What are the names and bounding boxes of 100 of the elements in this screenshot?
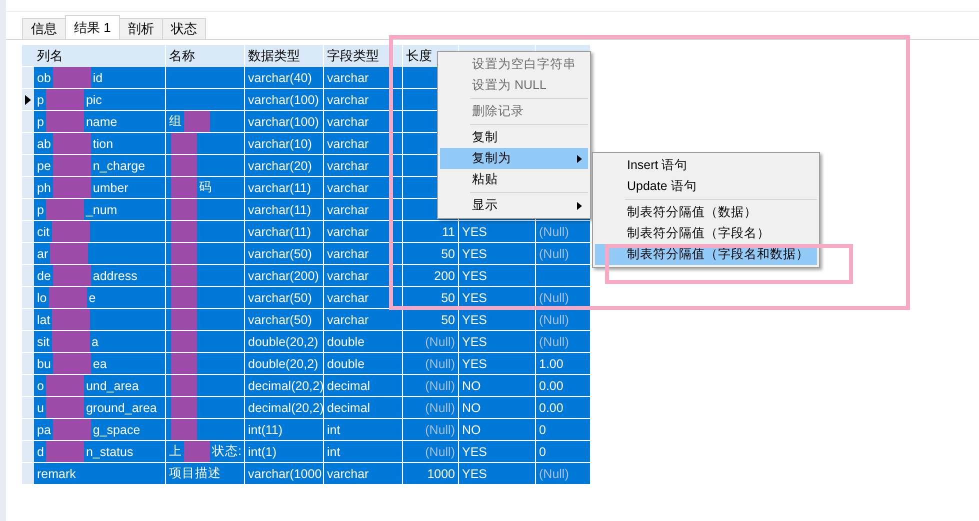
- table-cell: _num: [86, 202, 118, 216]
- table-cell: 0: [539, 444, 546, 458]
- table-cell: varchar(100): [248, 114, 319, 128]
- table-cell: varchar: [327, 114, 369, 128]
- table-cell: int: [327, 422, 340, 436]
- table-cell: varchar(50): [248, 312, 312, 326]
- table-cell: 1.00: [539, 356, 564, 370]
- table-cell: remark: [37, 466, 76, 480]
- table-cell: id: [92, 70, 103, 84]
- selected-row[interactable]: sit a double(20,2) double (Null) YES (Null): [34, 331, 591, 353]
- menu-item[interactable]: Update 语句: [595, 176, 817, 197]
- table-cell: varchar(20): [248, 158, 312, 172]
- table-cell: varchar: [327, 202, 369, 216]
- table-cell: sit: [37, 334, 50, 348]
- table-cell: 0.00: [539, 400, 564, 414]
- current-row-icon: [25, 94, 31, 104]
- table-cell: varchar(11): [248, 224, 311, 238]
- table-cell: 1000: [427, 466, 455, 480]
- table-cell: (Null): [539, 224, 569, 238]
- table-cell: bu: [37, 356, 51, 370]
- table-cell: (Null): [425, 356, 455, 370]
- table-cell: ab: [37, 136, 51, 150]
- table-cell: varchar(11): [248, 180, 311, 194]
- table-cell: double: [327, 356, 365, 370]
- table-cell: 0: [539, 422, 546, 436]
- table-cell: NO: [462, 378, 481, 392]
- table-cell: (Null): [425, 334, 455, 348]
- table-cell: (Null): [425, 422, 455, 436]
- table-cell: 50: [441, 246, 455, 260]
- selected-row[interactable]: ar varchar(50) varchar 50 YES (Null): [34, 243, 591, 265]
- table-cell: d: [37, 444, 44, 458]
- table-cell: ground_area: [86, 400, 157, 414]
- table-cell: decimal(20,2): [248, 400, 323, 414]
- table-cell: (Null): [539, 312, 569, 326]
- table-cell: YES: [462, 466, 488, 480]
- selected-row[interactable]: remark 项目描述 varchar(1000 varchar 1000 YES (Null): [34, 463, 591, 485]
- table-cell: varchar: [327, 246, 369, 260]
- table-cell: umber: [92, 180, 128, 194]
- table-cell: pic: [86, 92, 102, 106]
- selected-row[interactable]: lat varchar(50) varchar 50 YES (Null): [34, 309, 591, 331]
- table-cell: YES: [462, 356, 488, 370]
- table-cell: 50: [441, 290, 455, 304]
- table-cell: 上: [169, 443, 182, 460]
- table-cell: varchar(11): [248, 202, 311, 216]
- table-cell: varchar: [327, 180, 369, 194]
- table-cell: YES: [462, 312, 488, 326]
- table-cell: a: [92, 334, 98, 348]
- table-cell: double(20,2): [248, 356, 318, 370]
- menu-item[interactable]: Insert 语句: [595, 155, 817, 176]
- table-cell: (Null): [539, 466, 569, 480]
- table-cell: ea: [92, 356, 107, 370]
- submenu-arrow-icon: [577, 202, 582, 210]
- table-cell: (Null): [539, 334, 569, 348]
- table-cell: name: [86, 114, 118, 128]
- table-cell: u: [37, 400, 44, 414]
- row-header[interactable]: [22, 89, 34, 111]
- selected-row[interactable]: de address varchar(200) varchar 200 YES: [34, 265, 591, 287]
- table-cell: varchar: [327, 268, 369, 282]
- tab[interactable]: 信息: [22, 18, 66, 39]
- table-cell: 11: [442, 224, 455, 238]
- table-cell: varchar: [327, 158, 369, 172]
- table-cell: varchar: [327, 136, 369, 150]
- selected-row[interactable]: bu ea double(20,2) double (Null) YES 1.00: [34, 353, 591, 375]
- table-cell: (Null): [425, 400, 455, 414]
- selected-row[interactable]: pa g_space int(11) int (Null) NO 0: [34, 419, 591, 441]
- selected-row[interactable]: d n_status 上 状态: int(1) int (Null) YES 0: [34, 441, 591, 463]
- table-cell: de: [37, 268, 51, 282]
- table-cell: (Null): [539, 246, 569, 260]
- table-cell: varchar: [327, 290, 369, 304]
- table-cell: varchar: [327, 92, 369, 106]
- table-cell: 状态:: [212, 443, 242, 460]
- table-cell: double(20,2): [248, 334, 318, 348]
- table-cell: YES: [462, 246, 488, 260]
- table-cell: YES: [462, 290, 488, 304]
- table-cell: YES: [462, 334, 488, 348]
- tab[interactable]: 剖析: [118, 18, 163, 39]
- submenu-arrow-icon: [577, 155, 582, 163]
- table-cell: YES: [462, 224, 488, 238]
- table-cell: n_status: [86, 444, 134, 458]
- table-cell: lo: [37, 290, 47, 304]
- table-cell: ar: [37, 246, 48, 260]
- table-cell: 码: [199, 179, 212, 196]
- table-cell: (Null): [539, 290, 569, 304]
- table-cell: 0.00: [539, 378, 564, 392]
- selected-row[interactable]: lo e varchar(50) varchar 50 YES (Null): [34, 287, 591, 309]
- table-cell: varchar(40): [248, 70, 312, 84]
- table-cell: 项目描述: [169, 465, 221, 482]
- table-cell: YES: [462, 444, 488, 458]
- selected-row[interactable]: cit varchar(11) varchar 11 YES (Null): [34, 221, 591, 243]
- table-cell: varchar(200): [248, 268, 319, 282]
- menu-item[interactable]: 复制为: [440, 148, 588, 169]
- selected-row[interactable]: u ground_area decimal(20,2) decimal (Null) NO 0.00: [34, 397, 591, 419]
- table-cell: (Null): [425, 444, 455, 458]
- table-cell: varchar: [327, 466, 369, 480]
- table-cell: p: [37, 202, 44, 216]
- tab[interactable]: 状态: [162, 18, 206, 39]
- menu-item[interactable]: 制表符分隔值（数据）: [595, 202, 817, 223]
- selected-row[interactable]: o und_area decimal(20,2) decimal (Null) NO 0.00: [34, 375, 591, 397]
- menu-item[interactable]: 制表符分隔值（字段名）: [595, 223, 817, 244]
- table-cell: tion: [92, 136, 114, 150]
